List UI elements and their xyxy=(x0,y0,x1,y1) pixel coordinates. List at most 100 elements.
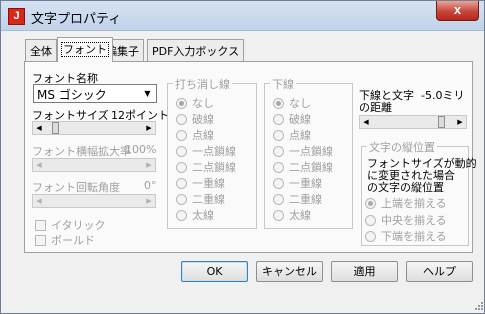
radio-dot[interactable] xyxy=(176,145,187,157)
font-rotation-value: 0° xyxy=(144,179,157,192)
window-title: 文字プロパティ xyxy=(31,12,122,27)
radio-dot[interactable] xyxy=(365,197,376,209)
tab-label: フォント xyxy=(61,42,109,57)
arrow-right-icon[interactable]: ▶ xyxy=(143,159,155,171)
vertical-position-group: 文字の縦位置 フォントサイズが動的 に変更された場合 の文字の縦位置 上端を揃え… xyxy=(361,139,477,246)
radio-dot[interactable] xyxy=(273,161,284,173)
radio-label: 一重線 xyxy=(192,177,225,190)
underline-radio-none[interactable]: なし xyxy=(273,96,311,110)
title-bar[interactable]: J 文字プロパティ x xyxy=(1,1,484,31)
radio-label: なし xyxy=(289,97,311,110)
ok-button[interactable]: OK xyxy=(181,261,248,282)
radio-dot[interactable] xyxy=(176,97,187,109)
radio-label: 太線 xyxy=(289,209,311,222)
radio-label: 二重線 xyxy=(289,193,322,206)
strike-radio-dash-dot[interactable]: 一点鎖線 xyxy=(176,144,236,158)
radio-dot[interactable] xyxy=(273,193,284,205)
strike-radio-dashed[interactable]: 破線 xyxy=(176,112,214,126)
font-name-select[interactable]: MS ゴシック ▼ xyxy=(33,84,157,103)
strike-radio-thick[interactable]: 太線 xyxy=(176,208,214,222)
tab-label: PDF入力ボックス xyxy=(152,45,240,58)
arrow-left-icon[interactable]: ◀ xyxy=(33,122,45,134)
arrow-right-icon[interactable]: ▶ xyxy=(454,116,466,128)
radio-dot[interactable] xyxy=(176,129,187,141)
arrow-right-icon[interactable]: ▶ xyxy=(143,122,155,134)
radio-label: 破線 xyxy=(289,113,311,126)
strike-radio-dash-dot-dot[interactable]: 二点鎖線 xyxy=(176,160,236,174)
vpos-radio-top[interactable]: 上端を揃える xyxy=(365,196,447,210)
checkbox-box[interactable] xyxy=(35,219,46,231)
arrow-left-icon[interactable]: ◀ xyxy=(33,159,45,171)
radio-dot[interactable] xyxy=(273,209,284,221)
slider-thumb[interactable] xyxy=(52,122,59,134)
font-rotation-label: フォント回転角度 xyxy=(32,181,120,194)
checkbox-box[interactable] xyxy=(35,234,46,246)
radio-label: 点線 xyxy=(289,129,311,142)
strike-radio-single[interactable]: 一重線 xyxy=(176,176,225,190)
vertical-position-desc-3: の文字の縦位置 xyxy=(367,181,444,194)
app-icon: J xyxy=(8,8,25,25)
vpos-radio-bottom[interactable]: 下端を揃える xyxy=(365,229,447,243)
radio-label: 上端を揃える xyxy=(381,197,447,210)
radio-dot[interactable] xyxy=(365,230,376,242)
radio-dot[interactable] xyxy=(176,209,187,221)
resize-grip-icon[interactable] xyxy=(472,301,484,313)
font-rotation-slider[interactable]: ◀ ▶ xyxy=(32,194,156,208)
vpos-radio-middle[interactable]: 中央を揃える xyxy=(365,213,447,227)
radio-label: 二重線 xyxy=(192,193,225,206)
arrow-left-icon[interactable]: ◀ xyxy=(360,116,372,128)
radio-label: 二点鎖線 xyxy=(289,161,333,174)
underline-radio-dotted[interactable]: 点線 xyxy=(273,128,311,142)
tab-general[interactable]: 全体 xyxy=(25,39,57,61)
apply-button[interactable]: 適用 xyxy=(331,261,398,282)
slider-thumb[interactable] xyxy=(438,116,445,128)
strikethrough-group-title: 打ち消し線 xyxy=(173,76,232,92)
underline-radio-thick[interactable]: 太線 xyxy=(273,208,311,222)
underline-group: 下線 なし 破線 点線 一点鎖線 二点鎖線 一重線 二重線 太線 xyxy=(264,76,353,229)
radio-dot[interactable] xyxy=(176,193,187,205)
radio-label: 点線 xyxy=(192,129,214,142)
radio-label: 下端を揃える xyxy=(381,230,447,243)
italic-label: イタリック xyxy=(51,219,106,232)
radio-dot[interactable] xyxy=(176,161,187,173)
underline-radio-dashed[interactable]: 破線 xyxy=(273,112,311,126)
radio-dot[interactable] xyxy=(273,113,284,125)
tab-font[interactable]: フォント xyxy=(57,37,113,62)
dialog-window: J 文字プロパティ x 全体 フォント 編集子 PDF入力ボックス フォント名称… xyxy=(0,0,485,314)
tab-pdf-input-box[interactable]: PDF入力ボックス xyxy=(147,39,245,61)
bold-label: ボールド xyxy=(51,234,95,247)
help-button[interactable]: ヘルプ xyxy=(406,261,473,282)
strike-radio-none[interactable]: なし xyxy=(176,96,214,110)
radio-dot[interactable] xyxy=(273,97,284,109)
italic-checkbox[interactable]: イタリック xyxy=(35,218,106,232)
strike-radio-dotted[interactable]: 点線 xyxy=(176,128,214,142)
underline-radio-dash-dot-dot[interactable]: 二点鎖線 xyxy=(273,160,333,174)
font-width-slider[interactable]: ◀ ▶ xyxy=(32,158,156,172)
radio-dot[interactable] xyxy=(273,145,284,157)
radio-label: 一点鎖線 xyxy=(192,145,236,158)
underline-radio-single[interactable]: 一重線 xyxy=(273,176,322,190)
chevron-down-icon[interactable]: ▼ xyxy=(140,86,155,101)
radio-dot[interactable] xyxy=(176,113,187,125)
radio-dot[interactable] xyxy=(273,129,284,141)
radio-dot[interactable] xyxy=(273,177,284,189)
radio-label: 一点鎖線 xyxy=(289,145,333,158)
strikethrough-group: 打ち消し線 なし 破線 点線 一点鎖線 二点鎖線 一重線 二重線 太線 xyxy=(167,76,257,229)
underline-group-title: 下線 xyxy=(270,76,296,92)
radio-dot[interactable] xyxy=(176,177,187,189)
underline-radio-dash-dot[interactable]: 一点鎖線 xyxy=(273,144,333,158)
strike-radio-double[interactable]: 二重線 xyxy=(176,192,225,206)
bold-checkbox[interactable]: ボールド xyxy=(35,233,95,247)
radio-dot[interactable] xyxy=(365,214,376,226)
close-button[interactable]: x xyxy=(436,1,479,21)
arrow-left-icon[interactable]: ◀ xyxy=(33,195,45,207)
arrow-right-icon[interactable]: ▶ xyxy=(143,195,155,207)
radio-label: 中央を揃える xyxy=(381,214,447,227)
underline-radio-double[interactable]: 二重線 xyxy=(273,192,322,206)
cancel-button[interactable]: キャンセル xyxy=(256,261,323,282)
font-name-value: MS ゴシック xyxy=(37,88,107,102)
font-size-slider[interactable]: ◀ ▶ xyxy=(32,121,156,135)
distance-slider[interactable]: ◀ ▶ xyxy=(359,115,467,129)
radio-label: 太線 xyxy=(192,209,214,222)
distance-value: -5.0ミリ xyxy=(421,89,465,102)
